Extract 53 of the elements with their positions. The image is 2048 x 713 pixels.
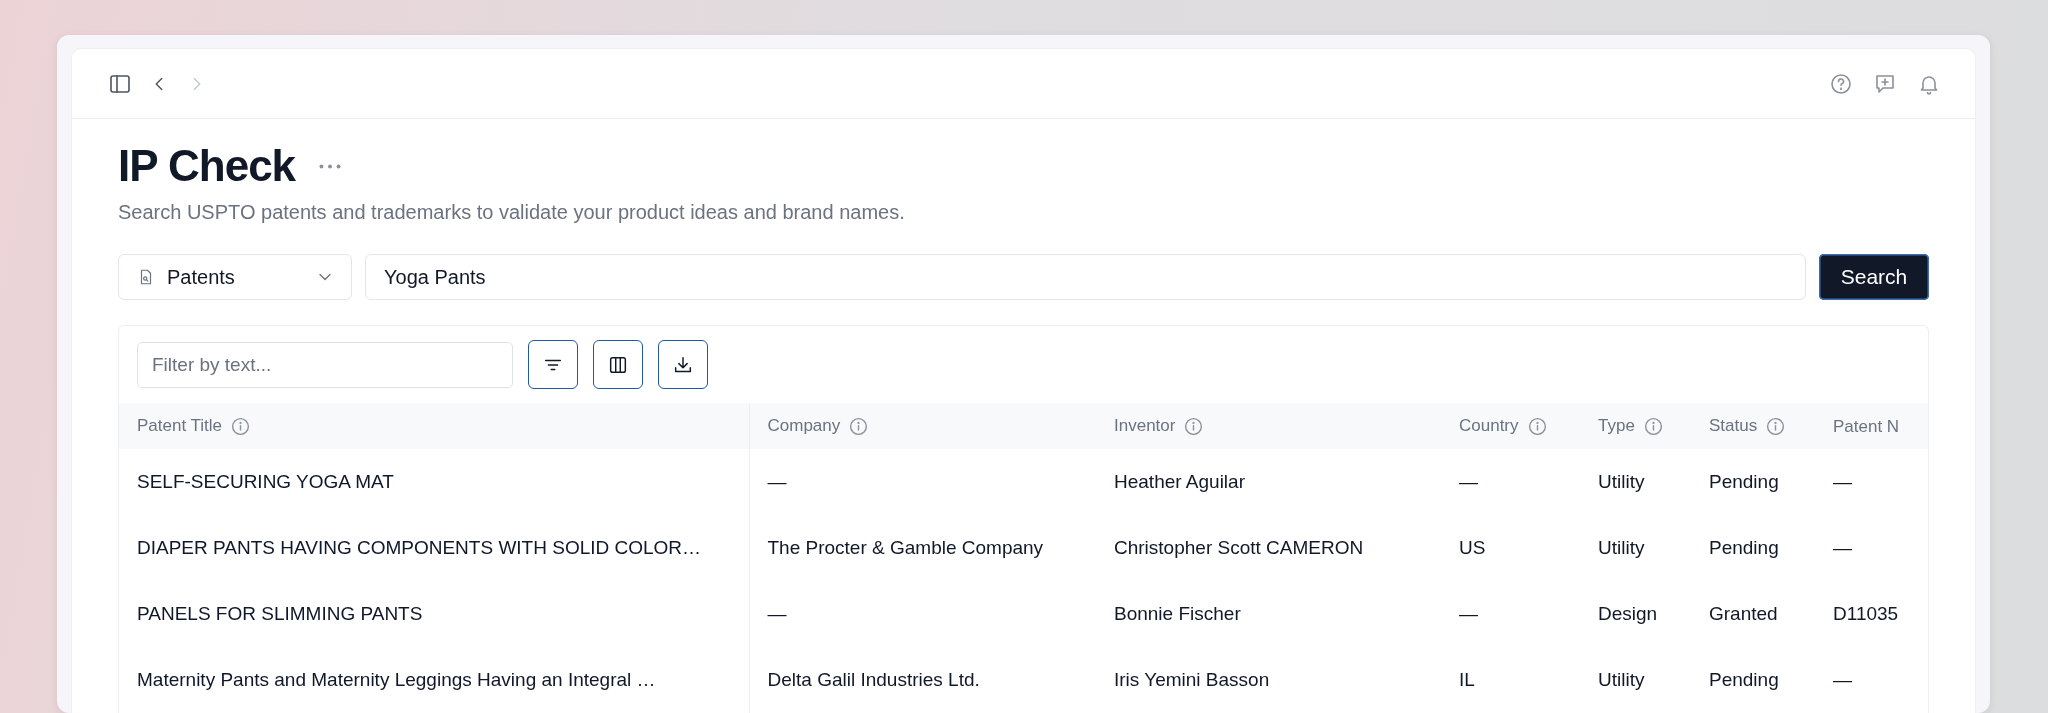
table-cell: US: [1459, 537, 1486, 558]
table-cell: IL: [1459, 669, 1475, 690]
table-cell: Pending: [1709, 669, 1779, 690]
table-cell: Heather Aguilar: [1114, 471, 1245, 492]
table-cell: Iris Yemini Basson: [1114, 669, 1270, 690]
column-header[interactable]: Type: [1598, 416, 1635, 435]
column-header[interactable]: Inventor: [1114, 416, 1176, 435]
table-cell: Delta Galil Industries Ltd.: [767, 669, 980, 690]
info-icon: [1765, 415, 1787, 437]
source-dropdown[interactable]: Patents: [118, 254, 352, 300]
help-button[interactable]: [1829, 71, 1853, 96]
table-cell: Pending: [1709, 471, 1779, 492]
table-cell: —: [767, 603, 787, 624]
info-icon: [1183, 415, 1205, 437]
table-cell: Maternity Pants and Maternity Leggings Having an Integral …: [137, 669, 656, 690]
info-icon: [1526, 415, 1548, 437]
table-cell: Utility: [1598, 471, 1645, 492]
table-cell: Utility: [1598, 669, 1645, 690]
search-field[interactable]: Yoga Pants: [365, 254, 1806, 300]
table-cell: Pending: [1709, 537, 1779, 558]
column-header[interactable]: Country: [1459, 416, 1519, 435]
table-cell: —: [1833, 471, 1852, 492]
table-cell: Design: [1598, 603, 1658, 624]
info-icon: [230, 415, 252, 437]
column-header[interactable]: Status: [1709, 416, 1758, 435]
info-icon: [848, 415, 870, 437]
help-icon: [1829, 71, 1853, 96]
page-subtitle: Search USPTO patents and trademarks to validate your product ideas and brand names.: [118, 201, 906, 224]
table-cell: SELF-SECURING YOGA MAT: [137, 471, 394, 492]
columns-button[interactable]: [593, 340, 643, 389]
table-cell: PANELS FOR SLIMMING PANTS: [137, 603, 423, 624]
table-cell: Utility: [1598, 537, 1645, 558]
table-cell: —: [767, 471, 787, 492]
column-header[interactable]: Patent Title: [137, 416, 223, 435]
table-cell: The Procter & Gamble Company: [767, 537, 1044, 558]
search-button[interactable]: Search: [1819, 254, 1929, 300]
table-cell: —: [1459, 471, 1478, 492]
filter-button[interactable]: [528, 340, 578, 389]
column-header[interactable]: Company: [767, 416, 841, 435]
table-cell: DIAPER PANTS HAVING COMPONENTS WITH SOLID COLOR…: [137, 537, 702, 558]
more-button[interactable]: [319, 163, 342, 169]
table-cell: —: [1833, 537, 1852, 558]
filter-field[interactable]: Filter by text...: [137, 341, 513, 388]
table-cell: Christopher Scott CAMERON: [1114, 537, 1364, 558]
table-cell: Granted: [1709, 603, 1778, 624]
table-cell: Bonnie Fischer: [1114, 603, 1241, 624]
download-button[interactable]: [658, 340, 708, 389]
page-title: IP Check: [118, 141, 296, 191]
table-cell: D11035: [1833, 603, 1899, 624]
table-cell: —: [1833, 669, 1852, 690]
info-icon: [1642, 415, 1664, 437]
table-cell: —: [1459, 603, 1478, 624]
more-dots-icon: [319, 163, 342, 169]
